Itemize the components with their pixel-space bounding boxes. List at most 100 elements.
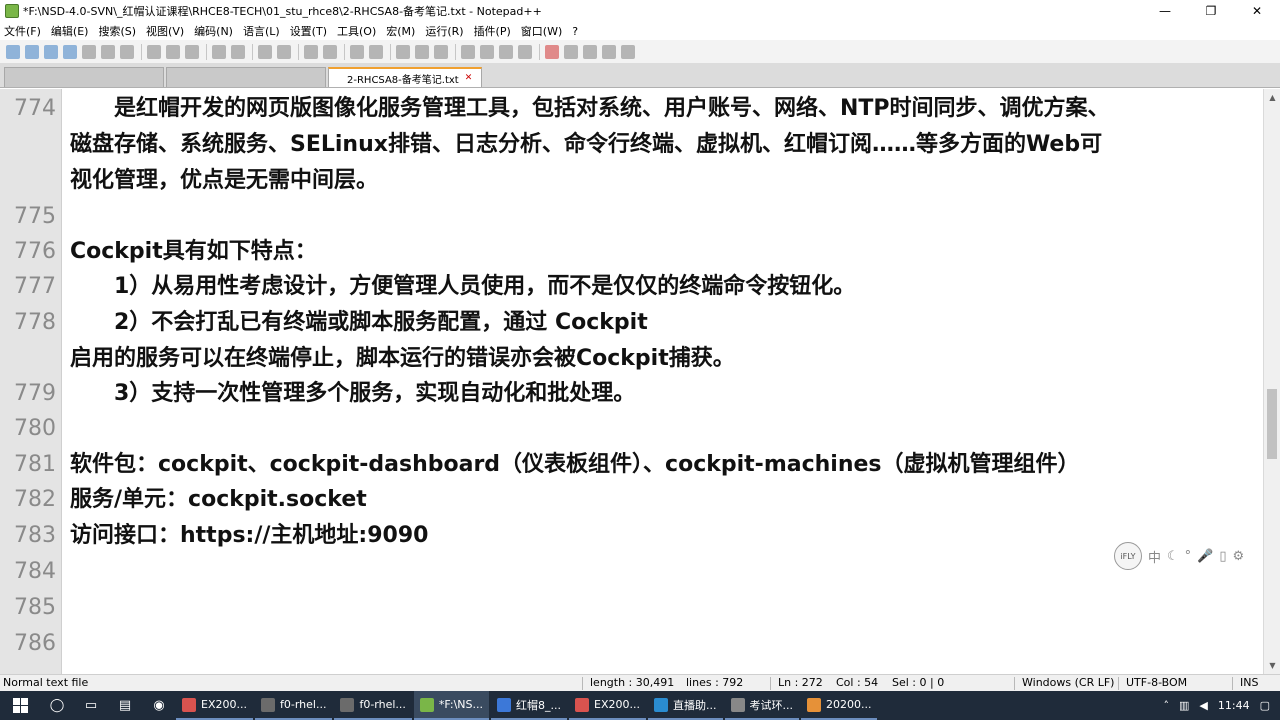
task-view-icon[interactable]: ▭	[74, 691, 108, 720]
app-icon	[807, 697, 821, 712]
undo-icon[interactable]	[212, 44, 226, 59]
vertical-scrollbar[interactable]: ▲ ▼	[1263, 89, 1280, 674]
find-icon[interactable]	[258, 44, 272, 59]
save-icon[interactable]	[44, 44, 58, 59]
taskbar-app[interactable]: 考试环...	[724, 691, 799, 720]
window-controls: — ❐ ✕	[1142, 0, 1280, 22]
scroll-thumb[interactable]	[1267, 389, 1277, 459]
taskbar-app-label: EX200...	[201, 698, 247, 711]
taskbar-app[interactable]: f0-rhel...	[254, 691, 333, 720]
network-icon[interactable]: ▥	[1179, 699, 1189, 712]
microphone-icon[interactable]: 🎤	[1197, 549, 1213, 564]
menu-search[interactable]: 搜索(S)	[98, 23, 136, 39]
folder-workspace-icon[interactable]	[499, 44, 513, 59]
ifly-logo[interactable]: iFLY	[1114, 542, 1142, 570]
scroll-down-icon[interactable]: ▼	[1264, 657, 1280, 674]
taskbar-app[interactable]: 红帽8_...	[491, 691, 568, 720]
tab-file-1[interactable]	[4, 67, 164, 87]
pinned-app-icon[interactable]: ◉	[142, 691, 176, 720]
sync-vertical-icon[interactable]	[350, 44, 364, 59]
record-macro-icon[interactable]	[545, 44, 559, 59]
menu-file[interactable]: 文件(F)	[4, 23, 41, 39]
status-bar: Normal text file length : 30,491 lines :…	[0, 674, 1280, 691]
scroll-up-icon[interactable]: ▲	[1264, 89, 1280, 106]
file-explorer-icon[interactable]: ▤	[108, 691, 142, 720]
moon-icon[interactable]: ☾	[1167, 549, 1179, 564]
settings-icon[interactable]: ⚙	[1233, 549, 1245, 564]
menu-edit[interactable]: 编辑(E)	[51, 23, 89, 39]
play-multiple-macro-icon[interactable]	[602, 44, 616, 59]
volume-icon[interactable]: ◀	[1199, 699, 1207, 712]
editor-line: 775	[0, 199, 1262, 235]
redo-icon[interactable]	[231, 44, 245, 59]
close-file-icon[interactable]	[82, 44, 96, 59]
taskbar-app[interactable]: 20200...	[801, 691, 878, 720]
tray-chevron-icon[interactable]: ˄	[1164, 699, 1170, 712]
paste-icon[interactable]	[185, 44, 199, 59]
function-list-icon[interactable]	[480, 44, 494, 59]
cut-icon[interactable]	[147, 44, 161, 59]
clock[interactable]: 11:44	[1218, 699, 1250, 712]
cortana-icon[interactable]: ◯	[40, 691, 74, 720]
indent-guide-icon[interactable]	[434, 44, 448, 59]
save-macro-icon[interactable]	[621, 44, 635, 59]
line-number: 774	[14, 96, 56, 121]
replace-icon[interactable]	[277, 44, 291, 59]
tab-active-file[interactable]: 2-RHCSA8-备考笔记.txt ✕	[328, 67, 482, 87]
monitoring-icon[interactable]	[518, 44, 532, 59]
notification-icon[interactable]: ▢	[1260, 699, 1270, 712]
show-all-chars-icon[interactable]	[415, 44, 429, 59]
tab-file-2[interactable]	[166, 67, 326, 87]
open-file-icon[interactable]	[25, 44, 39, 59]
start-button[interactable]	[0, 691, 40, 720]
taskbar-app-active[interactable]: *F:\NS...	[413, 691, 490, 720]
menu-run[interactable]: 运行(R)	[425, 23, 463, 39]
menu-plugins[interactable]: 插件(P)	[474, 23, 511, 39]
maximize-button[interactable]: ❐	[1188, 0, 1234, 22]
close-all-icon[interactable]	[101, 44, 115, 59]
copy-icon[interactable]	[166, 44, 180, 59]
ifly-input-widget[interactable]: iFLY 中 ☾ ° 🎤 ▯ ⚙	[1114, 541, 1276, 571]
play-macro-icon[interactable]	[583, 44, 597, 59]
minimize-button[interactable]: —	[1142, 0, 1188, 22]
menu-encoding[interactable]: 编码(N)	[194, 23, 233, 39]
document-map-icon[interactable]	[461, 44, 475, 59]
zoom-out-icon[interactable]	[323, 44, 337, 59]
sync-horizontal-icon[interactable]	[369, 44, 383, 59]
line-text: Cockpit具有如下特点：	[70, 239, 317, 264]
menu-view[interactable]: 视图(V)	[146, 23, 184, 39]
keyboard-icon[interactable]: ▯	[1219, 549, 1226, 564]
save-all-icon[interactable]	[63, 44, 77, 59]
zoom-in-icon[interactable]	[304, 44, 318, 59]
taskbar-app[interactable]: EX200...	[569, 691, 646, 720]
punctuation-icon[interactable]: °	[1185, 549, 1192, 564]
app-icon	[182, 697, 196, 712]
menu-language[interactable]: 语言(L)	[243, 23, 280, 39]
status-insert-mode: INS	[1240, 676, 1259, 689]
close-button[interactable]: ✕	[1234, 0, 1280, 22]
word-wrap-icon[interactable]	[396, 44, 410, 59]
taskbar-app[interactable]: f0-rhel...	[334, 691, 412, 720]
menu-help[interactable]: ?	[572, 25, 578, 38]
editor-line: 781 软件包：cockpit、cockpit-dashboard（仪表板组件）…	[0, 447, 1262, 483]
menu-macro[interactable]: 宏(M)	[386, 23, 415, 39]
menu-window[interactable]: 窗口(W)	[521, 23, 562, 39]
stop-macro-icon[interactable]	[564, 44, 578, 59]
menu-settings[interactable]: 设置(T)	[290, 23, 327, 39]
tab-bar: 2-RHCSA8-备考笔记.txt ✕	[0, 64, 1280, 88]
editor-line: 视化管理，优点是无需中间层。	[0, 163, 1262, 199]
editor-line: 782 服务/单元：cockpit.socket	[0, 482, 1262, 518]
tab-close-icon[interactable]: ✕	[465, 73, 473, 83]
print-icon[interactable]	[120, 44, 134, 59]
line-number: 786	[14, 631, 56, 656]
new-file-icon[interactable]	[6, 44, 20, 59]
line-text: 启用的服务可以在终端停止，脚本运行的错误亦会被Cockpit捕获。	[70, 346, 735, 371]
taskbar-app[interactable]: 直播助...	[648, 691, 723, 720]
chinese-mode-icon[interactable]: 中	[1148, 547, 1161, 566]
line-number: 775	[14, 204, 56, 229]
editor-area[interactable]: 774 是红帽开发的网页版图像化服务管理工具，包括对系统、用户账号、网络、NTP…	[0, 89, 1280, 674]
status-ln: Ln : 272	[778, 676, 823, 689]
menu-tools[interactable]: 工具(O)	[337, 23, 376, 39]
status-file-type: Normal text file	[3, 676, 89, 689]
taskbar-app[interactable]: EX200...	[176, 691, 253, 720]
